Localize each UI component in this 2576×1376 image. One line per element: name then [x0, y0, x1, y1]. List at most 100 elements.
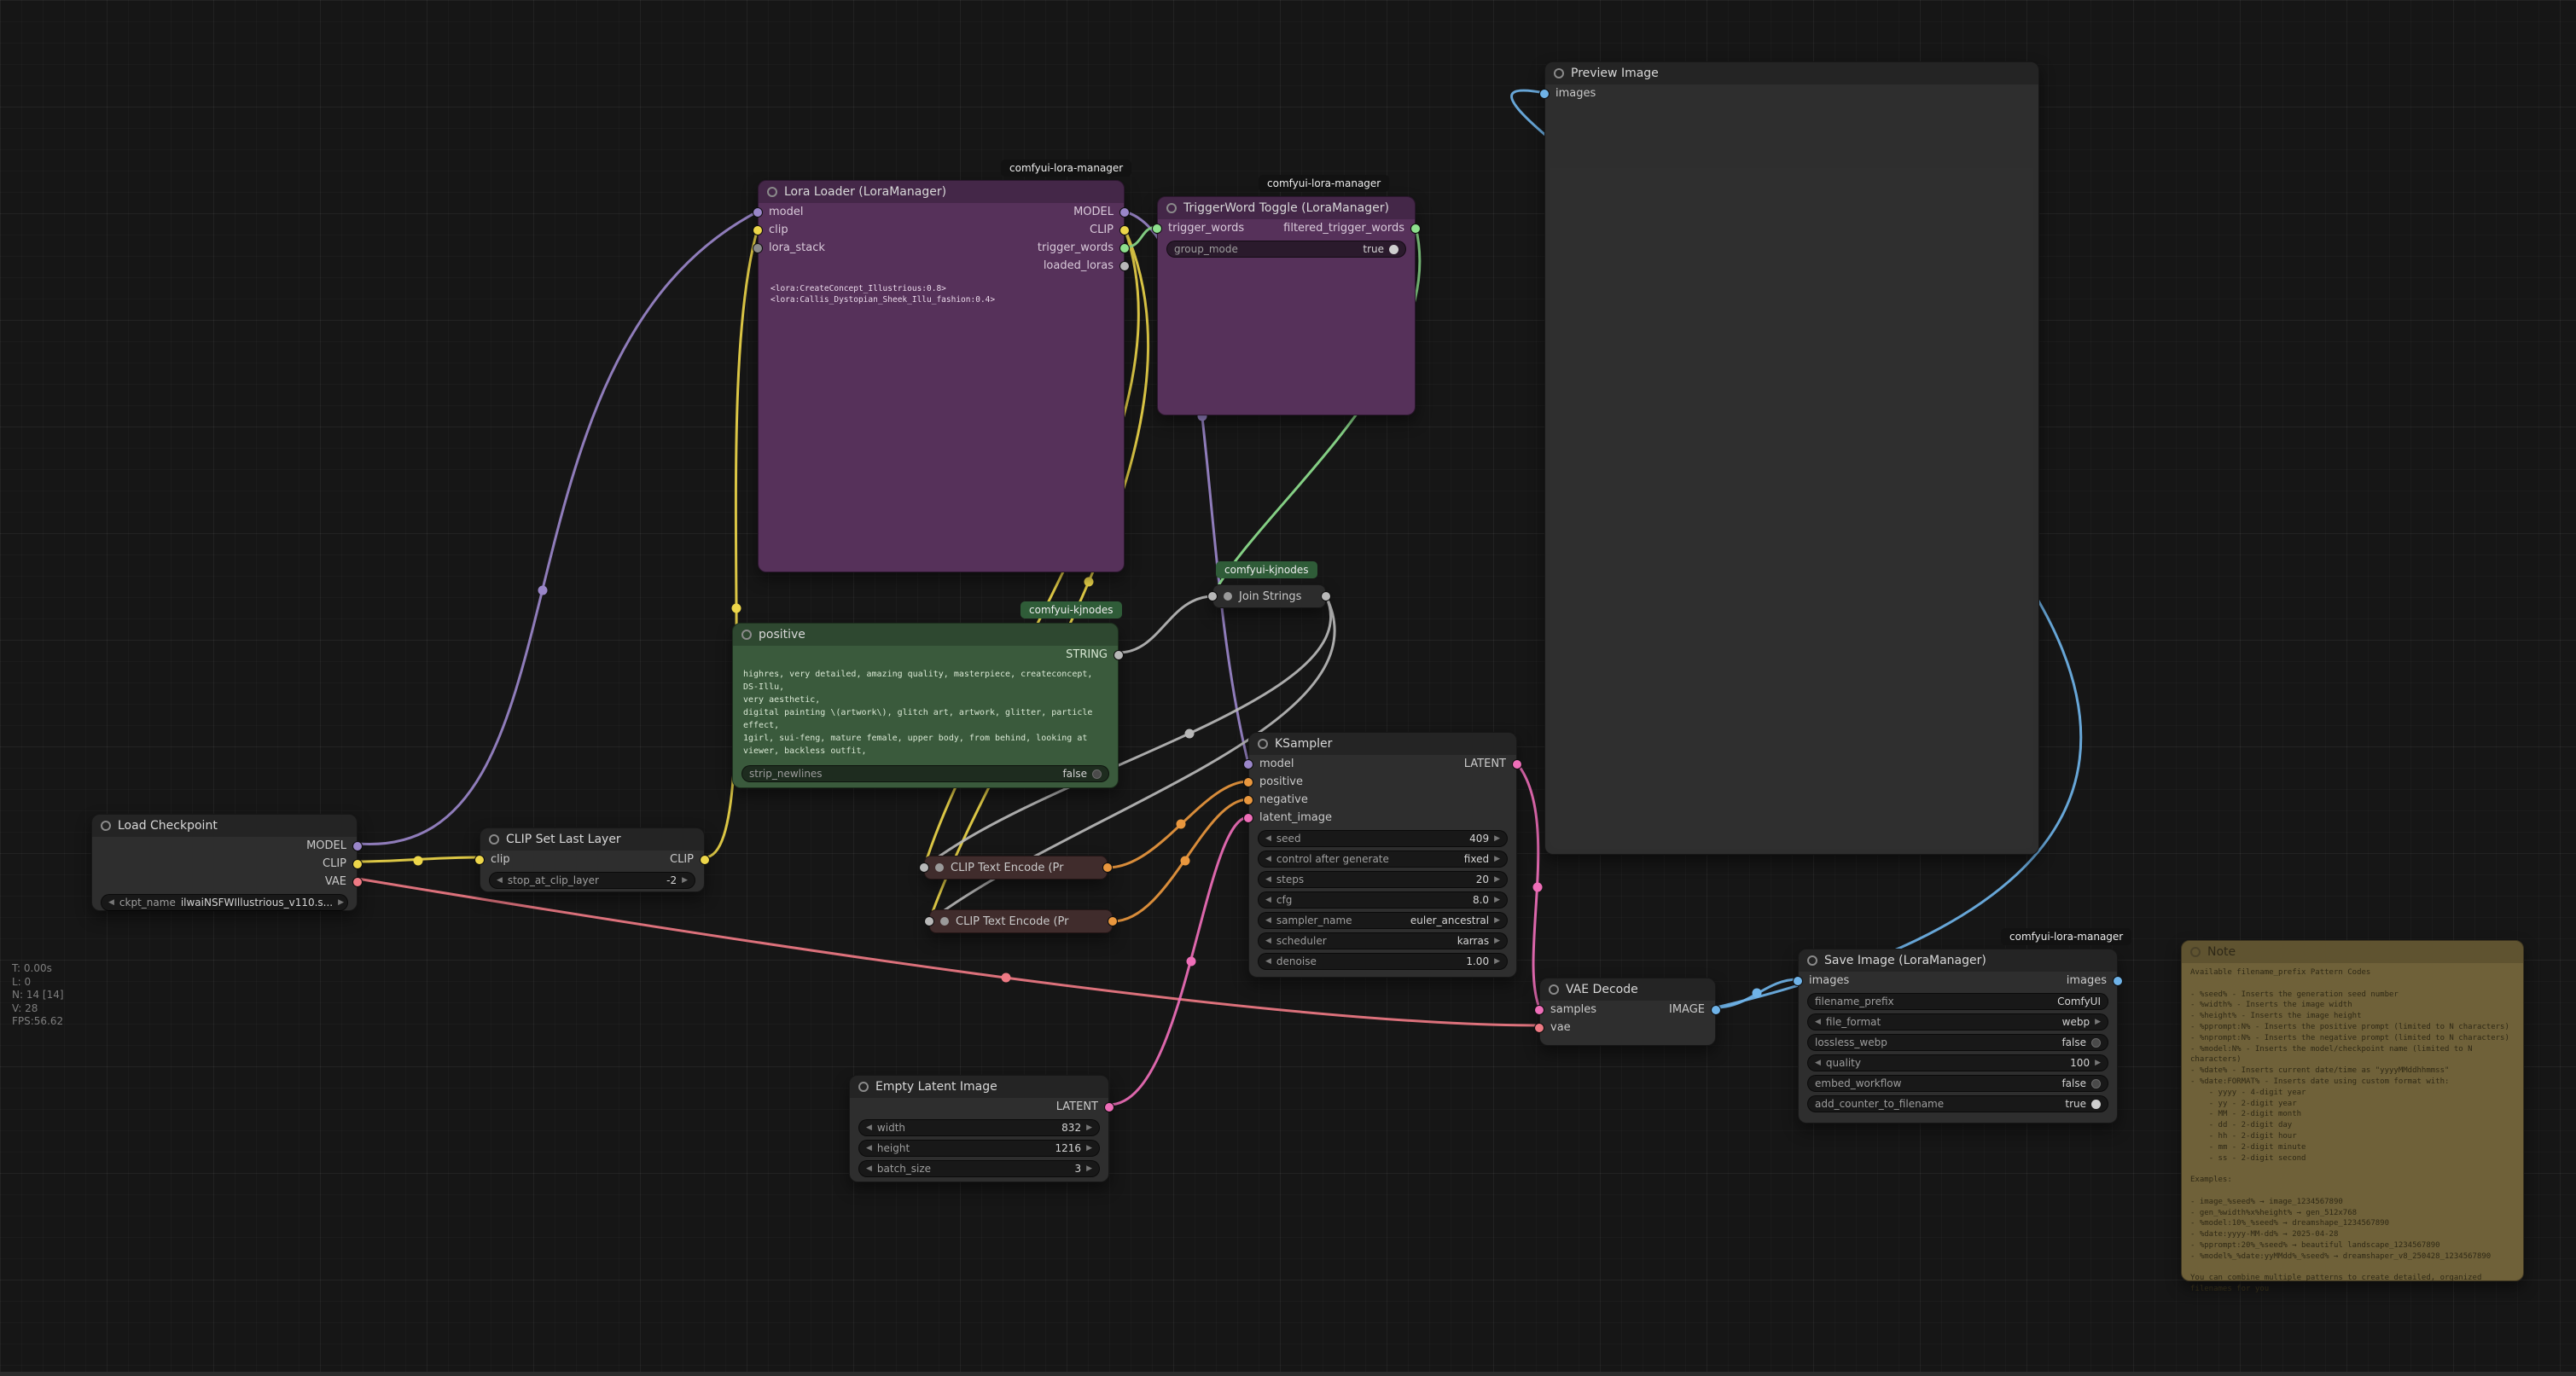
node-vae-decode[interactable]: VAE Decode samples IMAGE vae: [1539, 978, 1716, 1046]
toggle-on-icon[interactable]: [1389, 245, 1398, 254]
node-empty-latent-image[interactable]: Empty Latent Image LATENT ◀width832▶ ◀he…: [849, 1075, 1109, 1182]
node-join-strings[interactable]: Join Strings: [1212, 584, 1326, 608]
stop-at-clip-layer-widget[interactable]: ◀ stop_at_clip_layer -2 ▶: [489, 872, 695, 889]
filename-prefix-widget[interactable]: filename_prefixComfyUI: [1807, 993, 2108, 1010]
output-slot-string[interactable]: [1321, 591, 1331, 601]
prev-arrow-icon[interactable]: ◀: [108, 898, 114, 907]
file-format-widget[interactable]: ◀file_formatwebp▶: [1807, 1013, 2108, 1031]
output-slot-latent[interactable]: [1104, 1102, 1114, 1112]
prev-arrow-icon[interactable]: ◀: [1265, 875, 1271, 884]
collapse-dot-icon[interactable]: [741, 630, 752, 640]
prev-arrow-icon[interactable]: ◀: [1265, 957, 1271, 966]
input-slot[interactable]: [919, 862, 929, 873]
add-counter-toggle[interactable]: add_counter_to_filenametrue: [1807, 1095, 2108, 1112]
input-slot-samples[interactable]: [1534, 1005, 1544, 1015]
node-note[interactable]: Note Available filename_prefix Pattern C…: [2181, 940, 2524, 1281]
seed-widget[interactable]: ◀seed409▶: [1258, 830, 1508, 847]
output-slot-latent[interactable]: [1512, 759, 1522, 769]
prev-arrow-icon[interactable]: ◀: [1815, 1059, 1821, 1067]
collapse-dot-icon[interactable]: [1258, 739, 1268, 749]
collapse-dot-icon[interactable]: [767, 187, 777, 197]
input-slot-model[interactable]: [753, 207, 763, 218]
cfg-widget[interactable]: ◀cfg8.0▶: [1258, 891, 1508, 909]
prev-arrow-icon[interactable]: ◀: [866, 1164, 872, 1173]
node-clip-text-encode-positive[interactable]: CLIP Text Encode (Pr: [924, 856, 1108, 880]
input-slot-strings[interactable]: [1207, 591, 1218, 601]
height-widget[interactable]: ◀height1216▶: [858, 1140, 1100, 1157]
input-slot-positive[interactable]: [1243, 777, 1253, 787]
output-slot-images[interactable]: [2113, 976, 2123, 986]
toggle-off-icon[interactable]: [1092, 769, 1102, 779]
input-slot-images[interactable]: [1539, 89, 1550, 99]
next-arrow-icon[interactable]: ▶: [1494, 896, 1500, 904]
input-slot-vae[interactable]: [1534, 1023, 1544, 1033]
input-slot-lora-stack[interactable]: [753, 243, 763, 253]
node-lora-loader[interactable]: Lora Loader (LoraManager) model MODEL cl…: [758, 180, 1125, 572]
prev-arrow-icon[interactable]: ◀: [1265, 896, 1271, 904]
input-slot-clip[interactable]: [474, 855, 485, 865]
input-slot-trigger-words[interactable]: [1152, 224, 1162, 234]
steps-widget[interactable]: ◀steps20▶: [1258, 871, 1508, 888]
toggle-off-icon[interactable]: [2091, 1079, 2101, 1089]
prev-arrow-icon[interactable]: ◀: [1265, 855, 1271, 863]
output-slot-vae[interactable]: [352, 877, 363, 887]
output-slot-clip[interactable]: [1119, 225, 1130, 235]
quality-widget[interactable]: ◀quality100▶: [1807, 1054, 2108, 1071]
collapse-dot-icon[interactable]: [489, 834, 499, 845]
collapse-dot-icon[interactable]: [2190, 947, 2201, 957]
input-slot-clip[interactable]: [753, 225, 763, 235]
collapsed-dot-icon[interactable]: [940, 917, 949, 926]
node-load-checkpoint[interactable]: Load Checkpoint MODEL CLIP VAE ◀ ckpt_na…: [91, 814, 358, 911]
node-triggerword-toggle[interactable]: TriggerWord Toggle (LoraManager) trigger…: [1157, 196, 1416, 415]
input-slot[interactable]: [924, 916, 934, 926]
prev-arrow-icon[interactable]: ◀: [866, 1144, 872, 1152]
input-slot-negative[interactable]: [1243, 795, 1253, 805]
embed-workflow-toggle[interactable]: embed_workflowfalse: [1807, 1075, 2108, 1092]
input-slot-latent-image[interactable]: [1243, 813, 1253, 823]
collapse-dot-icon[interactable]: [1554, 68, 1564, 78]
input-slot-images[interactable]: [1793, 976, 1803, 986]
output-slot-model[interactable]: [1119, 207, 1130, 218]
next-arrow-icon[interactable]: ▶: [1086, 1144, 1092, 1152]
collapse-dot-icon[interactable]: [858, 1082, 869, 1092]
next-arrow-icon[interactable]: ▶: [1494, 855, 1500, 863]
collapse-dot-icon[interactable]: [1549, 984, 1559, 995]
next-arrow-icon[interactable]: ▶: [1494, 834, 1500, 843]
prev-arrow-icon[interactable]: ◀: [497, 876, 503, 885]
next-arrow-icon[interactable]: ▶: [338, 898, 344, 907]
strip-newlines-toggle[interactable]: strip_newlines false: [741, 765, 1109, 782]
node-save-image[interactable]: Save Image (LoraManager) images images f…: [1798, 949, 2118, 1123]
next-arrow-icon[interactable]: ▶: [682, 876, 688, 885]
toggle-off-icon[interactable]: [2091, 1038, 2101, 1048]
output-slot-string[interactable]: [1114, 650, 1124, 660]
output-slot-model[interactable]: [352, 841, 363, 851]
prev-arrow-icon[interactable]: ◀: [1265, 834, 1271, 843]
input-slot-model[interactable]: [1243, 759, 1253, 769]
next-arrow-icon[interactable]: ▶: [1494, 916, 1500, 925]
next-arrow-icon[interactable]: ▶: [1086, 1123, 1092, 1132]
output-slot-clip[interactable]: [700, 855, 710, 865]
node-preview-image[interactable]: Preview Image images: [1544, 61, 2039, 855]
next-arrow-icon[interactable]: ▶: [2095, 1059, 2101, 1067]
prompt-text[interactable]: highres, very detailed, amazing quality,…: [743, 668, 1108, 758]
collapse-dot-icon[interactable]: [1807, 955, 1817, 966]
lossless-webp-toggle[interactable]: lossless_webpfalse: [1807, 1034, 2108, 1051]
output-slot-clip[interactable]: [352, 859, 363, 869]
toggle-on-icon[interactable]: [2091, 1100, 2101, 1109]
next-arrow-icon[interactable]: ▶: [1494, 875, 1500, 884]
output-slot-loaded-loras[interactable]: [1119, 261, 1130, 271]
output-slot-image[interactable]: [1711, 1005, 1721, 1015]
ckpt-name-widget[interactable]: ◀ ckpt_name ilwaiNSFWIllustrious_v110.s.…: [101, 894, 348, 911]
prev-arrow-icon[interactable]: ◀: [1815, 1018, 1821, 1026]
next-arrow-icon[interactable]: ▶: [1494, 937, 1500, 945]
next-arrow-icon[interactable]: ▶: [1494, 957, 1500, 966]
node-clip-set-last-layer[interactable]: CLIP Set Last Layer clip CLIP ◀ stop_at_…: [480, 827, 705, 892]
output-slot-conditioning[interactable]: [1108, 916, 1118, 926]
denoise-widget[interactable]: ◀denoise1.00▶: [1258, 953, 1508, 970]
collapse-dot-icon[interactable]: [1166, 203, 1177, 213]
prev-arrow-icon[interactable]: ◀: [1265, 937, 1271, 945]
output-slot-conditioning[interactable]: [1102, 862, 1113, 873]
sampler-name-widget[interactable]: ◀sampler_nameeuler_ancestral▶: [1258, 912, 1508, 929]
width-widget[interactable]: ◀width832▶: [858, 1119, 1100, 1136]
lora-syntax-text[interactable]: <lora:CreateConcept_Illustrious:0.8> <lo…: [770, 283, 1112, 305]
